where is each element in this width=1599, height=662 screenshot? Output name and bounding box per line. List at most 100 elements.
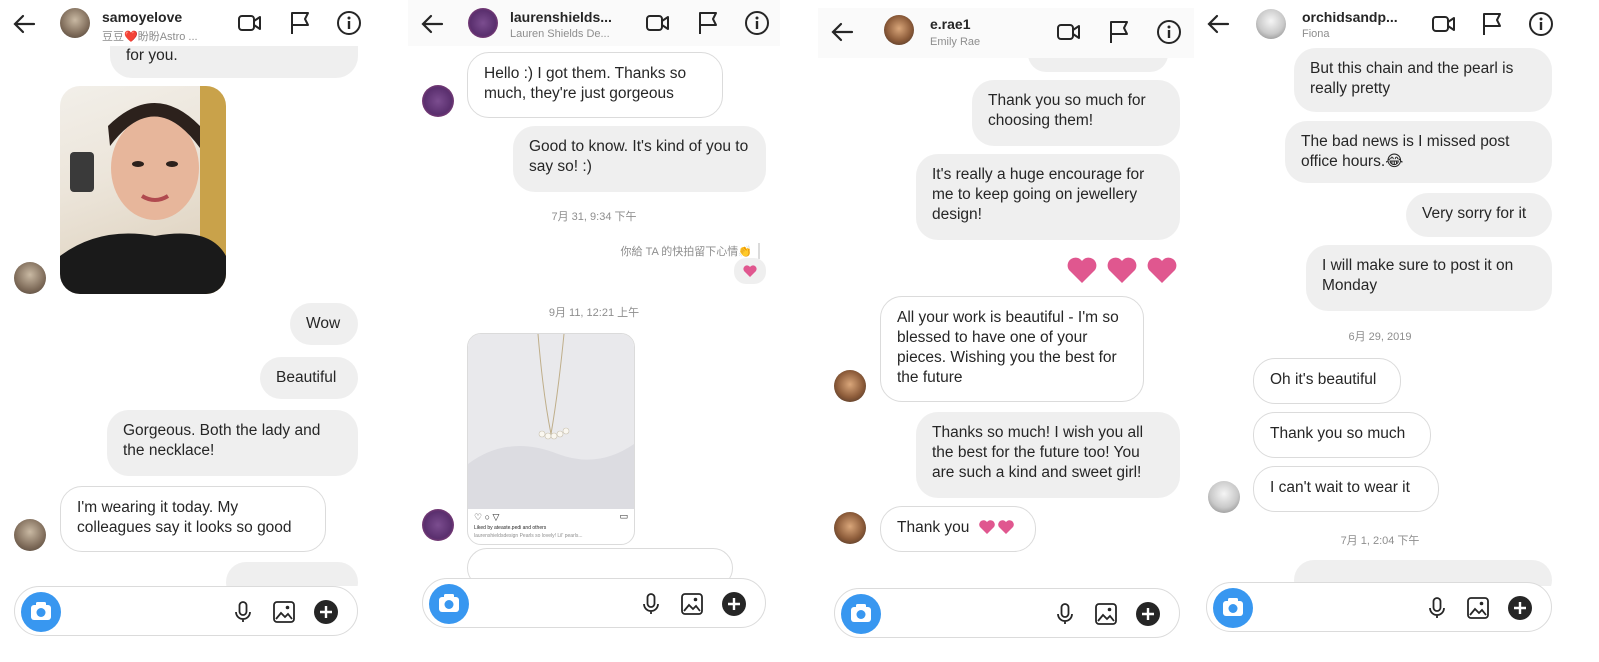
timestamp: 9月 11, 12:21 上午 [548,307,640,319]
message-bubble-sent: Thanks so much! I wish you all the best … [916,412,1180,498]
microphone-icon[interactable] [639,592,663,616]
message-composer[interactable] [422,578,766,628]
flag-icon[interactable] [287,10,313,36]
username[interactable]: samoyelove [102,9,182,25]
back-arrow-icon[interactable] [8,8,40,40]
add-icon[interactable] [1508,596,1532,620]
avatar [422,509,454,541]
username[interactable]: orchidsandp... [1302,9,1398,25]
avatar [834,512,866,544]
chat-panel-4: orchidsandp... Fiona But this chain and … [1194,0,1566,662]
avatar[interactable] [1256,9,1286,39]
message-bubble-sent: Good to know. It's kind of you to say so… [513,126,766,192]
heart-reactions [1064,254,1180,286]
message-bubble-received: Oh it's beautiful [1253,358,1401,404]
message-composer[interactable] [1206,582,1552,632]
heart-emoji-icon [978,520,1014,534]
message-bubble-sent: It's really a huge encourage for me to k… [916,154,1180,240]
message-bubble-sent: Beautiful [260,357,358,399]
chat-header: laurenshields... Lauren Shields De... [408,0,780,46]
message-composer[interactable] [834,588,1180,638]
flag-icon[interactable] [1479,11,1505,37]
video-call-icon[interactable] [645,10,671,36]
message-bubble-received: I can't wait to wear it [1253,466,1439,512]
message-bubble-received: All your work is beautiful - I'm so bles… [880,296,1144,402]
display-name: Emily Rae [930,36,981,48]
shared-post[interactable]: ♡ ○ ▽ ▭ Liked by ateaste.pedi and others… [467,333,635,545]
message-bubble-sent: Very sorry for it [1406,193,1552,237]
message-bubble-sent: Wow [290,303,358,345]
add-icon[interactable] [1136,602,1160,626]
gallery-icon[interactable] [680,592,704,616]
message-composer[interactable] [14,586,358,636]
info-icon[interactable] [336,10,362,36]
add-icon[interactable] [722,592,746,616]
avatar[interactable] [884,15,914,45]
message-bubble-sent: Thank you so much for choosing them! [972,80,1180,146]
message-bubble-received: I'm wearing it today. My colleagues say … [60,486,326,552]
info-icon[interactable] [1156,19,1182,45]
username[interactable]: laurenshields... [510,9,612,25]
gallery-icon[interactable] [1466,596,1490,620]
avatar [14,262,46,294]
video-call-icon[interactable] [1431,11,1457,37]
message-bubble-sent: Gorgeous. Both the lady and the necklace… [107,410,358,476]
gallery-icon[interactable] [272,600,296,624]
message-list[interactable]: for you. Wow Beautiful Gorgeous. Both th… [0,46,372,586]
microphone-icon[interactable] [1425,596,1449,620]
chat-header: orchidsandp... Fiona [1194,4,1566,48]
microphone-icon[interactable] [1053,602,1077,626]
message-bubble-received: Thank you so much [1253,412,1431,458]
camera-icon[interactable] [1213,588,1253,628]
info-icon[interactable] [1528,11,1554,37]
chat-panel-3: e.rae1 Emily Rae Thank you so much for c… [818,0,1194,662]
timestamp: 7月 1, 2:04 下午 [1340,535,1420,547]
camera-icon[interactable] [841,594,881,634]
photo-message[interactable] [60,86,226,294]
flag-icon[interactable] [695,10,721,36]
avatar [14,519,46,551]
message-bubble-sent: The bad news is I missed post office hou… [1285,121,1552,183]
message-bubble-sent: for you. [110,46,358,78]
chat-header: e.rae1 Emily Rae [818,8,1194,58]
info-icon[interactable] [744,10,770,36]
gallery-icon[interactable] [1094,602,1118,626]
post-caption: laurenshieldsdesign Pearls so lovely! Li… [474,533,583,539]
story-reply-note: 你給 TA 的快拍留下心情👏 [621,243,760,259]
timestamp: 6月 29, 2019 [1348,331,1412,343]
avatar[interactable] [468,8,498,38]
camera-icon[interactable] [429,584,469,624]
avatar[interactable] [60,8,90,38]
avatar [422,85,454,117]
chat-panel-1: samoyelove 豆豆❤️盼盼Astro ... for you. Wow … [0,0,372,662]
chat-panel-2: laurenshields... Lauren Shields De... He… [408,0,780,662]
message-bubble-sent [226,562,358,586]
camera-icon[interactable] [21,592,61,632]
message-bubble-sent: But this chain and the pearl is really p… [1294,48,1552,112]
message-list[interactable]: Thank you so much for choosing them! It'… [818,58,1194,586]
back-arrow-icon[interactable] [1202,8,1234,40]
video-call-icon[interactable] [237,10,263,36]
back-arrow-icon[interactable] [416,8,448,40]
video-call-icon[interactable] [1056,19,1082,45]
message-text: Thank you [897,519,970,536]
display-name: Fiona [1302,28,1330,40]
message-bubble-sent [1028,58,1168,72]
display-name: Lauren Shields De... [510,28,610,40]
post-action-icons: ♡ ○ ▽ [474,512,500,522]
message-bubble-received: Thank you [880,506,1036,552]
story-reaction-heart [734,258,766,284]
username[interactable]: e.rae1 [930,16,970,32]
message-bubble-sent: I will make sure to post it on Monday [1306,245,1552,311]
post-caption: Liked by ateaste.pedi and others [474,525,547,531]
flag-icon[interactable] [1106,19,1132,45]
message-list[interactable]: Hello :) I got them. Thanks so much, the… [408,46,780,586]
add-icon[interactable] [314,600,338,624]
microphone-icon[interactable] [231,600,255,624]
back-arrow-icon[interactable] [826,16,858,48]
chat-header: samoyelove 豆豆❤️盼盼Astro ... [0,0,372,46]
message-bubble-received: Hello :) I got them. Thanks so much, the… [467,52,723,118]
message-list[interactable]: But this chain and the pearl is really p… [1194,48,1566,586]
bookmark-icon: ▭ [619,511,628,521]
timestamp: 7月 31, 9:34 下午 [551,211,637,223]
